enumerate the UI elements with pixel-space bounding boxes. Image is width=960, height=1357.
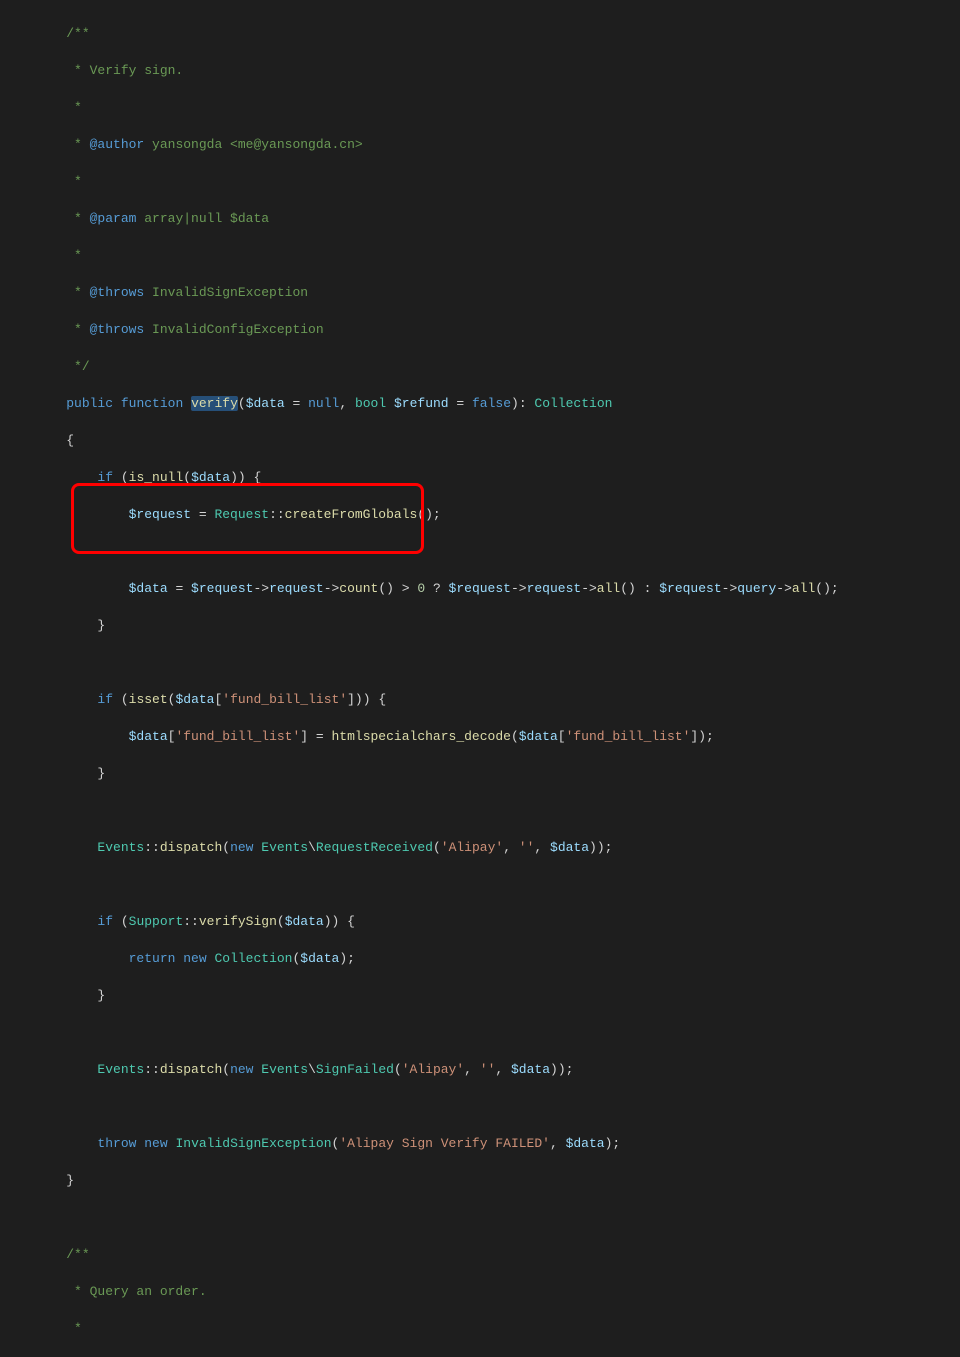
code-line: if (is_null($data)) { bbox=[35, 469, 960, 488]
code-line: { bbox=[35, 432, 960, 451]
code-line bbox=[35, 543, 960, 562]
code-line: } bbox=[35, 987, 960, 1006]
code-line: return new Collection($data); bbox=[35, 950, 960, 969]
code-line: * bbox=[35, 1320, 960, 1339]
code-line: * @throws InvalidConfigException bbox=[35, 321, 960, 340]
code-line bbox=[35, 1098, 960, 1117]
code-line: * Query an order. bbox=[35, 1283, 960, 1302]
code-line: * @param array|null $data bbox=[35, 210, 960, 229]
code-line: * @author yansongda <me@yansongda.cn> bbox=[35, 136, 960, 155]
code-line: if (Support::verifySign($data)) { bbox=[35, 913, 960, 932]
code-line: if (isset($data['fund_bill_list'])) { bbox=[35, 691, 960, 710]
code-editor[interactable]: /** * Verify sign. * * @author yansongda… bbox=[0, 0, 960, 1357]
code-line: Events::dispatch(new Events\RequestRecei… bbox=[35, 839, 960, 858]
code-line: * Verify sign. bbox=[35, 62, 960, 81]
code-line: } bbox=[35, 617, 960, 636]
code-line: $request = Request::createFromGlobals(); bbox=[35, 506, 960, 525]
code-line bbox=[35, 654, 960, 673]
code-line: throw new InvalidSignException('Alipay S… bbox=[35, 1135, 960, 1154]
code-line: * bbox=[35, 99, 960, 118]
code-line bbox=[35, 1209, 960, 1228]
code-line: Events::dispatch(new Events\SignFailed('… bbox=[35, 1061, 960, 1080]
code-line: * bbox=[35, 173, 960, 192]
code-line: } bbox=[35, 765, 960, 784]
code-line bbox=[35, 876, 960, 895]
code-line: /** bbox=[35, 25, 960, 44]
code-line: */ bbox=[35, 358, 960, 377]
code-line bbox=[35, 802, 960, 821]
code-line: } bbox=[35, 1172, 960, 1191]
code-line: /** bbox=[35, 1246, 960, 1265]
code-line: $data['fund_bill_list'] = htmlspecialcha… bbox=[35, 728, 960, 747]
code-line: $data = $request->request->count() > 0 ?… bbox=[35, 580, 960, 599]
code-line: public function verify($data = null, boo… bbox=[35, 395, 960, 414]
selected-text: verify bbox=[191, 396, 238, 411]
code-line: * bbox=[35, 247, 960, 266]
code-line: * @throws InvalidSignException bbox=[35, 284, 960, 303]
code-line bbox=[35, 1024, 960, 1043]
